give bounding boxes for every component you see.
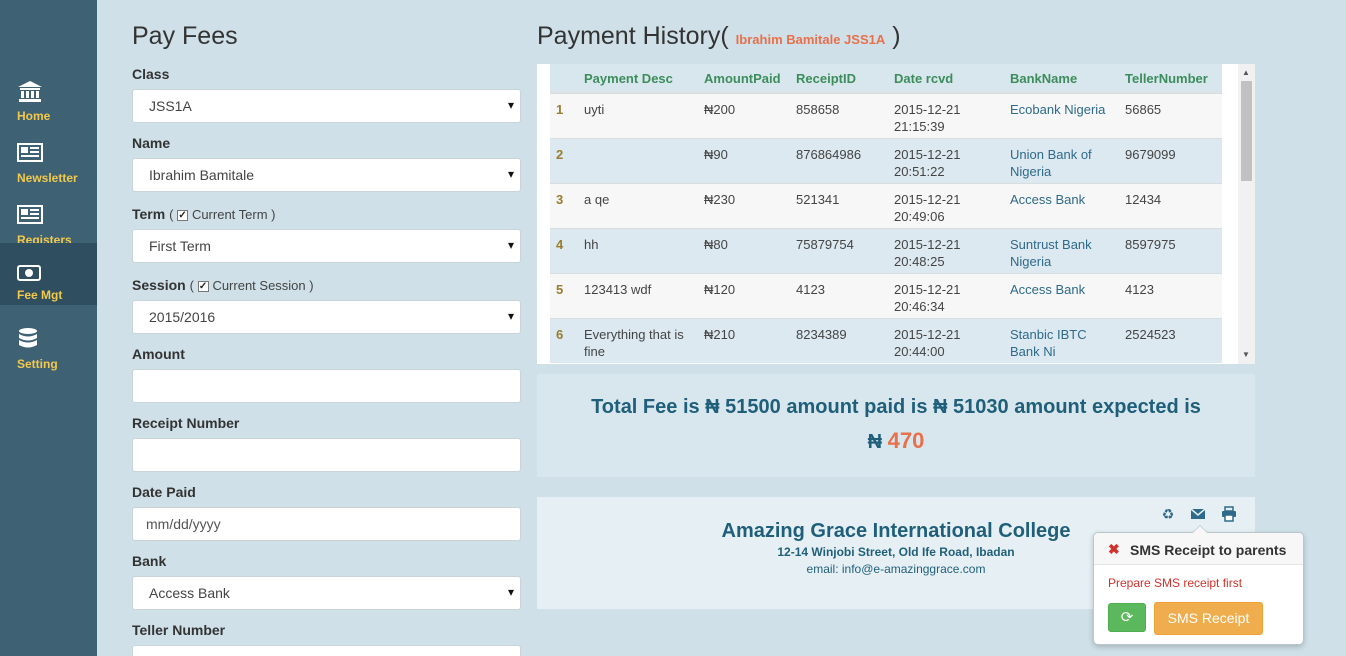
table-row[interactable]: 2 ₦90 876864986 2015-12-21 20:51:22 Union… xyxy=(550,138,1222,183)
scroll-down-icon[interactable]: ▼ xyxy=(1242,350,1250,359)
table-header: Payment Desc AmountPaid ReceiptID Date r… xyxy=(550,64,1222,93)
bank-icon xyxy=(18,81,42,102)
table-row[interactable]: 4 hh ₦80 75879754 2015-12-21 20:48:25 Sun… xyxy=(550,228,1222,273)
scroll-up-icon[interactable]: ▲ xyxy=(1242,68,1250,77)
payment-history-title: Payment History( Ibrahim Bamitale JSS1A … xyxy=(537,22,901,50)
fee-summary-line: Total Fee is ₦ 51500 amount paid is ₦ 51… xyxy=(591,396,1201,418)
class-value: JSS1A xyxy=(149,98,192,114)
sidebar: Home Newsletter Registers Fee Mgt Settin… xyxy=(0,0,97,656)
current-term-label: Current Term xyxy=(191,207,268,222)
term-label-row: Term ( ✓ Current Term ) xyxy=(132,206,276,222)
popover-header: ✖ SMS Receipt to parents xyxy=(1094,533,1303,565)
table-row[interactable]: 1 uyti ₦200 858658 2015-12-21 21:15:39 Ec… xyxy=(550,93,1222,138)
table-scrollbar[interactable]: ▲ ▼ xyxy=(1238,64,1255,364)
amount-label: Amount xyxy=(132,346,185,362)
refresh-button[interactable]: ⟳ xyxy=(1108,603,1146,632)
sidebar-item-newsletter[interactable]: Newsletter xyxy=(0,131,97,193)
bank-label: Bank xyxy=(132,553,167,569)
page-title: Pay Fees xyxy=(132,22,238,50)
session-label-row: Session ( ✓ Current Session ) xyxy=(132,277,314,293)
amount-input[interactable] xyxy=(132,369,521,403)
newspaper-icon xyxy=(17,205,43,224)
col-receipt-id: ReceiptID xyxy=(796,71,856,86)
col-amount-paid: AmountPaid xyxy=(704,71,781,86)
print-icon[interactable] xyxy=(1221,506,1237,522)
col-teller-number: TellerNumber xyxy=(1125,71,1208,86)
money-icon xyxy=(17,265,41,281)
date-placeholder: mm/dd/yyyy xyxy=(146,516,221,532)
newspaper-icon xyxy=(17,143,43,162)
col-bank-name: BankName xyxy=(1010,71,1078,86)
receipt-number-input[interactable] xyxy=(132,438,521,472)
database-icon xyxy=(19,328,37,348)
date-paid-label: Date Paid xyxy=(132,484,196,500)
envelope-icon[interactable] xyxy=(1190,506,1206,522)
bank-select[interactable]: Access Bank xyxy=(132,576,521,610)
refresh-icon: ⟳ xyxy=(1120,609,1134,626)
fee-expected: ₦ 470 xyxy=(867,428,925,453)
sms-receipt-button[interactable]: SMS Receipt xyxy=(1154,602,1263,635)
current-session-label: Current Session xyxy=(212,278,306,293)
sms-receipt-popover: ✖ SMS Receipt to parents Prepare SMS rec… xyxy=(1093,525,1304,645)
name-value: Ibrahim Bamitale xyxy=(149,167,255,183)
sidebar-item-label: Setting xyxy=(17,357,58,371)
receipt-number-label: Receipt Number xyxy=(132,415,240,431)
bank-value: Access Bank xyxy=(149,585,230,601)
name-label: Name xyxy=(132,135,171,151)
recycle-icon[interactable]: ♻ xyxy=(1160,506,1176,522)
sidebar-item-setting[interactable]: Setting xyxy=(0,317,97,379)
term-label: Term xyxy=(132,206,166,222)
scroll-thumb[interactable] xyxy=(1241,81,1252,181)
sidebar-item-home[interactable]: Home xyxy=(0,69,97,131)
payment-history-table[interactable]: Payment Desc AmountPaid ReceiptID Date r… xyxy=(537,64,1255,364)
close-icon[interactable]: ✖ xyxy=(1108,541,1120,558)
term-value: First Term xyxy=(149,238,211,254)
current-session-checkbox[interactable]: ✓ xyxy=(197,281,209,292)
session-label: Session xyxy=(132,277,186,293)
class-label: Class xyxy=(132,66,170,82)
date-paid-input[interactable]: mm/dd/yyyy xyxy=(132,507,521,541)
current-term-checkbox[interactable]: ✓ xyxy=(177,210,189,221)
table-row[interactable]: 5 123413 wdf ₦120 4123 2015-12-21 20:46:3… xyxy=(550,273,1222,318)
class-select[interactable]: JSS1A xyxy=(132,89,521,123)
session-value: 2015/2016 xyxy=(149,309,216,325)
student-name: Ibrahim Bamitale JSS1A xyxy=(735,32,886,47)
teller-number-label: Teller Number xyxy=(132,622,226,638)
popover-message: Prepare SMS receipt first xyxy=(1108,576,1243,590)
expected-amount: 470 xyxy=(887,428,925,453)
teller-number-input[interactable] xyxy=(132,645,521,656)
col-payment-desc: Payment Desc xyxy=(584,71,673,86)
col-date-rcvd: Date rcvd xyxy=(894,71,954,86)
sidebar-item-label: Home xyxy=(17,109,51,123)
table-row[interactable]: 3 a qe ₦230 521341 2015-12-21 20:49:06 Ac… xyxy=(550,183,1222,228)
sidebar-item-label: Newsletter xyxy=(17,171,78,185)
session-select[interactable]: 2015/2016 xyxy=(132,300,521,334)
sidebar-item-label: Fee Mgt xyxy=(17,288,63,302)
term-select[interactable]: First Term xyxy=(132,229,521,263)
fee-summary: Total Fee is ₦ 51500 amount paid is ₦ 51… xyxy=(537,374,1255,477)
sidebar-item-fee-mgt[interactable]: Fee Mgt xyxy=(0,243,97,305)
popover-title: SMS Receipt to parents xyxy=(1130,542,1287,558)
name-select[interactable]: Ibrahim Bamitale xyxy=(132,158,521,192)
table-row[interactable]: 6 Everything that is fine ₦210 8234389 20… xyxy=(550,318,1222,363)
